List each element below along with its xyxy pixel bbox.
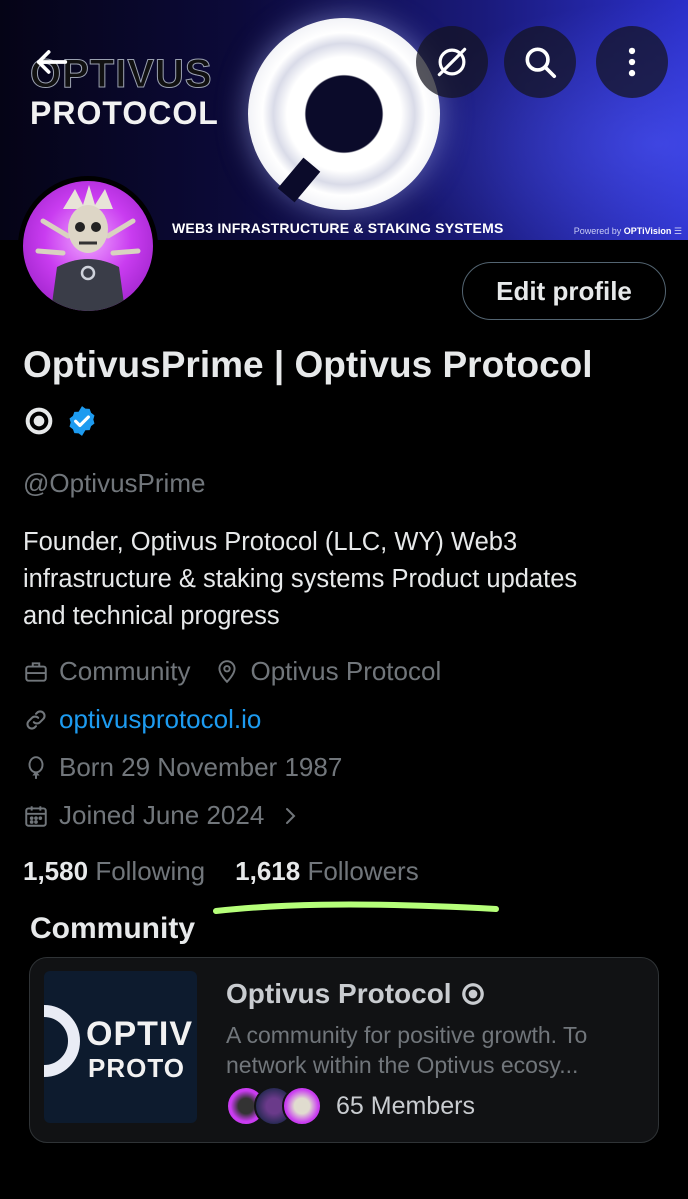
display-name: OptivusPrime | Optivus Protocol	[23, 344, 593, 385]
arrow-left-icon	[36, 50, 68, 74]
community-thumbnail: OPTIV PROTO	[44, 971, 197, 1123]
followers-label: Followers	[307, 856, 419, 886]
slash-circle-icon	[437, 47, 467, 77]
avatar[interactable]	[18, 176, 158, 316]
banner-logo-line2: PROTOCOL	[30, 95, 219, 131]
briefcase-icon	[23, 659, 49, 685]
follow-stats: 1,580 Following 1,618 Followers	[23, 856, 419, 887]
chevron-right-icon[interactable]	[278, 804, 302, 828]
thumb-line1: OPTIV	[86, 1015, 194, 1053]
following-link[interactable]: 1,580 Following	[23, 856, 205, 887]
search-icon	[525, 47, 557, 79]
community-members: 65 Members	[226, 1086, 475, 1126]
profile-location: Optivus Protocol	[250, 656, 442, 686]
profile-joined: Joined June 2024	[59, 800, 265, 830]
location-pin-icon	[214, 659, 240, 685]
affiliate-target-icon	[461, 983, 484, 1005]
community-card[interactable]: OPTIV PROTO Optivus Protocol A community…	[29, 957, 659, 1143]
back-button[interactable]	[28, 38, 76, 86]
banner-ring-logo	[248, 18, 440, 210]
verified-badge-icon[interactable]	[65, 404, 99, 438]
community-desc-line: A community for positive growth. To	[226, 1022, 588, 1048]
bio-line: and technical progress	[23, 602, 280, 630]
more-vertical-icon	[628, 47, 636, 77]
community-description: A community for positive growth. To netw…	[226, 1020, 646, 1080]
followers-count: 1,618	[235, 856, 301, 886]
profile-meta-category-location: Community Optivus Protocol	[23, 656, 441, 687]
bio-line: infrastructure & staking systems Product…	[23, 565, 578, 593]
affiliate-target-icon[interactable]	[23, 405, 55, 437]
thumb-ring-logo	[44, 1005, 80, 1077]
balloon-icon	[23, 755, 49, 781]
profile-meta-joined[interactable]: Joined June 2024	[23, 800, 302, 831]
banner-powered-by: Powered by OPTiVision ☰	[573, 226, 682, 236]
community-name-text: Optivus Protocol	[226, 978, 452, 1009]
following-label: Following	[95, 856, 206, 886]
following-count: 1,580	[23, 856, 89, 886]
profile-meta-website[interactable]: optivusprotocol.io	[23, 704, 261, 735]
profile-meta-birthday: Born 29 November 1987	[23, 752, 342, 783]
followers-highlight-underline	[213, 901, 499, 914]
profile-bio: Founder, Optivus Protocol (LLC, WY) Web3…	[23, 524, 663, 635]
community-member-count: 65 Members	[336, 1091, 475, 1120]
more-button[interactable]	[596, 26, 668, 98]
grok-button[interactable]	[416, 26, 488, 98]
powered-prefix: Powered by	[573, 226, 624, 236]
link-icon	[23, 707, 49, 733]
member-avatar	[282, 1086, 322, 1126]
edit-profile-button[interactable]: Edit profile	[462, 262, 666, 320]
powered-brand: OPTiVision	[623, 226, 672, 236]
thumb-line2: PROTO	[88, 1053, 185, 1083]
community-section-title: Community	[30, 912, 195, 945]
search-button[interactable]	[504, 26, 576, 98]
name-badges	[23, 404, 99, 438]
bio-line: Founder, Optivus Protocol (LLC, WY) Web3	[23, 528, 518, 556]
community-desc-line: network within the Optivus ecosy...	[226, 1052, 579, 1078]
profile-handle: @OptivusPrime	[23, 468, 206, 498]
followers-link[interactable]: 1,618 Followers	[235, 856, 419, 887]
profile-category: Community	[59, 656, 191, 686]
banner-tagline: WEB3 INFRASTRUCTURE & STAKING SYSTEMS	[172, 220, 504, 236]
profile-website-link[interactable]: optivusprotocol.io	[59, 704, 261, 735]
calendar-icon	[23, 803, 49, 829]
community-name: Optivus Protocol	[226, 978, 486, 1010]
profile-birthday: Born 29 November 1987	[59, 752, 343, 782]
